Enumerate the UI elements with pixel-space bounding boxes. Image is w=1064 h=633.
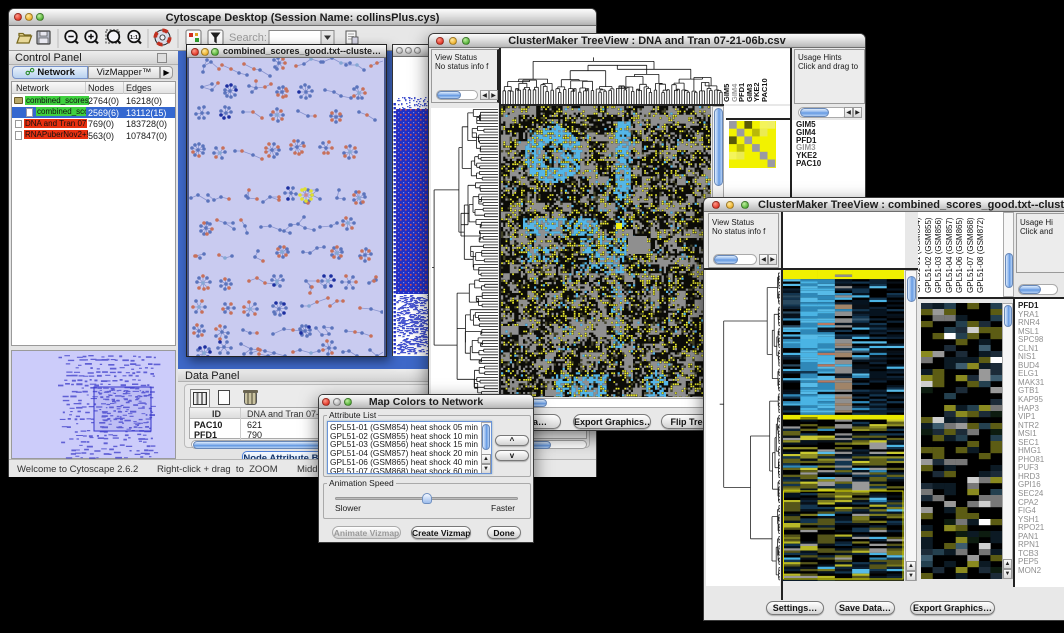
svg-text:Search:: Search: [229,32,267,44]
svg-text:1:1: 1:1 [130,35,138,41]
